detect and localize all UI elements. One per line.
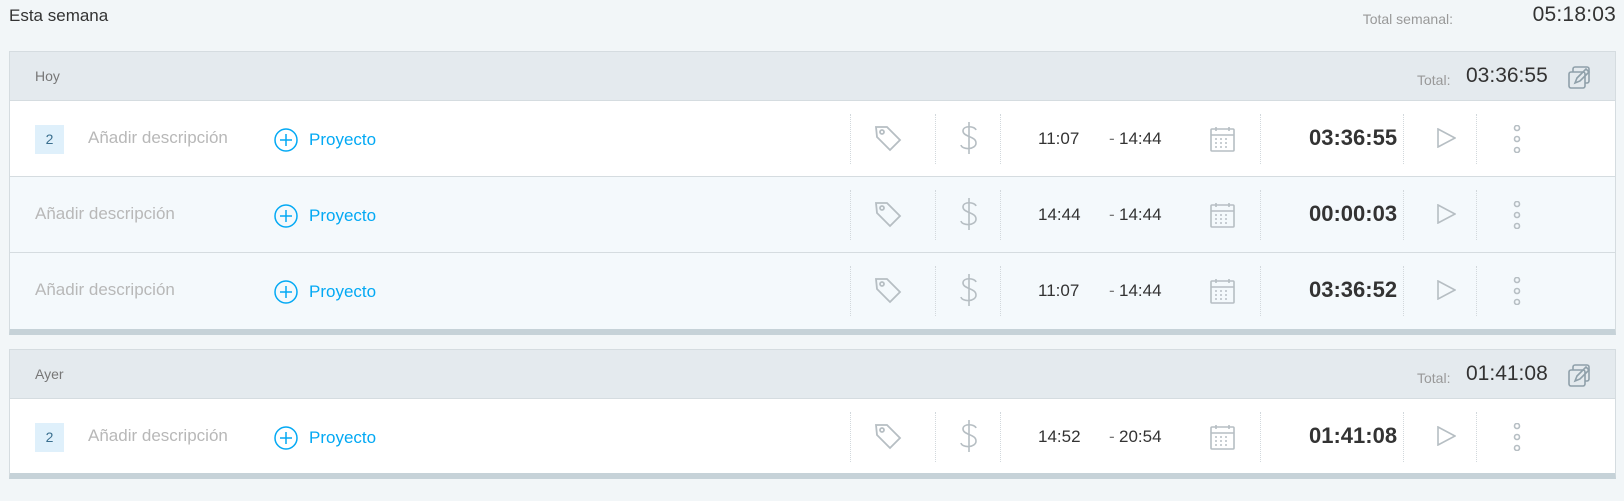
group-header: Hoy Total: 03:36:55 <box>10 52 1615 101</box>
week-total-label: Total semanal: <box>1362 11 1453 27</box>
duration-input[interactable]: 00:00:03 <box>1309 201 1397 227</box>
duration-input[interactable]: 01:41:08 <box>1309 423 1397 449</box>
calendar-icon[interactable] <box>1210 424 1235 455</box>
time-dash: - <box>1109 129 1115 148</box>
project-label: Proyecto <box>309 206 377 225</box>
group-total-value: 01:41:08 <box>1466 362 1548 385</box>
dollar-icon[interactable] <box>960 273 978 312</box>
time-dash: - <box>1109 281 1115 300</box>
more-vertical-icon[interactable] <box>1511 124 1523 158</box>
plus-circle-icon <box>274 204 298 228</box>
divider <box>1403 266 1404 316</box>
group-title: Hoy <box>35 68 60 84</box>
divider <box>1260 266 1261 316</box>
duration-input[interactable]: 03:36:52 <box>1309 277 1397 303</box>
divider <box>850 114 851 164</box>
calendar-icon[interactable] <box>1210 278 1235 309</box>
play-icon[interactable] <box>1436 203 1457 229</box>
divider <box>1260 412 1261 462</box>
divider <box>1403 190 1404 240</box>
divider <box>850 412 851 462</box>
calendar-icon[interactable] <box>1210 126 1235 157</box>
calendar-icon[interactable] <box>1210 202 1235 233</box>
divider <box>935 190 936 240</box>
end-time[interactable]: 14:44 <box>1119 281 1162 301</box>
divider <box>1403 114 1404 164</box>
start-time[interactable]: 11:07 <box>1038 129 1079 149</box>
divider <box>1000 114 1001 164</box>
description-input[interactable]: Añadir descripción <box>88 128 228 148</box>
divider <box>1476 114 1477 164</box>
divider <box>1476 190 1477 240</box>
divider <box>850 190 851 240</box>
end-time[interactable]: 14:44 <box>1119 129 1162 149</box>
time-entry-row: 2 Añadir descripción Proyecto 11:07 - 14… <box>10 101 1615 177</box>
divider <box>1260 190 1261 240</box>
group-header: Ayer Total: 01:41:08 <box>10 350 1615 399</box>
plus-circle-icon <box>274 128 298 152</box>
group-total-label: Total: <box>1417 370 1451 386</box>
divider <box>1260 114 1261 164</box>
description-input[interactable]: Añadir descripción <box>35 204 175 224</box>
entry-count-badge[interactable]: 2 <box>35 125 64 154</box>
start-time[interactable]: 11:07 <box>1038 281 1079 301</box>
divider <box>1476 266 1477 316</box>
description-input[interactable]: Añadir descripción <box>88 426 228 446</box>
group-total-value: 03:36:55 <box>1466 64 1548 87</box>
time-entry-row: Añadir descripción Proyecto 11:07 - 14:4… <box>10 253 1615 329</box>
more-vertical-icon[interactable] <box>1511 200 1523 234</box>
day-group-today: Hoy Total: 03:36:55 2 Añadir descripción… <box>9 51 1616 335</box>
divider <box>1000 190 1001 240</box>
time-entry-row: 2 Añadir descripción Proyecto 14:52 - 20… <box>10 399 1615 473</box>
dollar-icon[interactable] <box>960 419 978 458</box>
tag-icon[interactable] <box>874 200 902 233</box>
project-picker[interactable]: Proyecto <box>274 203 376 229</box>
end-time[interactable]: 20:54 <box>1119 427 1162 447</box>
time-dash: - <box>1109 205 1115 224</box>
tag-icon[interactable] <box>874 422 902 455</box>
play-icon[interactable] <box>1436 279 1457 305</box>
bulk-edit-icon[interactable] <box>1567 65 1595 91</box>
more-vertical-icon[interactable] <box>1511 276 1523 310</box>
divider <box>1000 412 1001 462</box>
plus-circle-icon <box>274 280 298 304</box>
project-label: Proyecto <box>309 130 377 149</box>
plus-circle-icon <box>274 426 298 450</box>
tag-icon[interactable] <box>874 276 902 309</box>
time-entry-row: Añadir descripción Proyecto 14:44 - 14:4… <box>10 177 1615 253</box>
group-title: Ayer <box>35 366 64 382</box>
more-vertical-icon[interactable] <box>1511 422 1523 456</box>
divider <box>935 114 936 164</box>
week-total-value: 05:18:03 <box>1532 3 1616 26</box>
divider <box>1476 412 1477 462</box>
week-header: Esta semana Total semanal: 05:18:03 <box>0 0 1624 40</box>
description-input[interactable]: Añadir descripción <box>35 280 175 300</box>
bulk-edit-icon[interactable] <box>1567 363 1595 389</box>
divider <box>1403 412 1404 462</box>
play-icon[interactable] <box>1436 425 1457 451</box>
tag-icon[interactable] <box>874 124 902 157</box>
start-time[interactable]: 14:44 <box>1038 205 1081 225</box>
end-time[interactable]: 14:44 <box>1119 205 1162 225</box>
project-picker[interactable]: Proyecto <box>274 279 376 305</box>
project-picker[interactable]: Proyecto <box>274 425 376 451</box>
project-label: Proyecto <box>309 428 377 447</box>
entry-count-badge[interactable]: 2 <box>35 423 64 452</box>
group-total-label: Total: <box>1417 72 1451 88</box>
divider <box>935 266 936 316</box>
dollar-icon[interactable] <box>960 197 978 236</box>
week-title: Esta semana <box>9 6 109 25</box>
start-time[interactable]: 14:52 <box>1038 427 1081 447</box>
project-label: Proyecto <box>309 282 377 301</box>
divider <box>935 412 936 462</box>
time-dash: - <box>1109 427 1115 446</box>
project-picker[interactable]: Proyecto <box>274 127 376 153</box>
dollar-icon[interactable] <box>960 121 978 160</box>
day-group-yesterday: Ayer Total: 01:41:08 2 Añadir descripció… <box>9 349 1616 479</box>
divider <box>1000 266 1001 316</box>
divider <box>850 266 851 316</box>
play-icon[interactable] <box>1436 127 1457 153</box>
duration-input[interactable]: 03:36:55 <box>1309 125 1397 151</box>
